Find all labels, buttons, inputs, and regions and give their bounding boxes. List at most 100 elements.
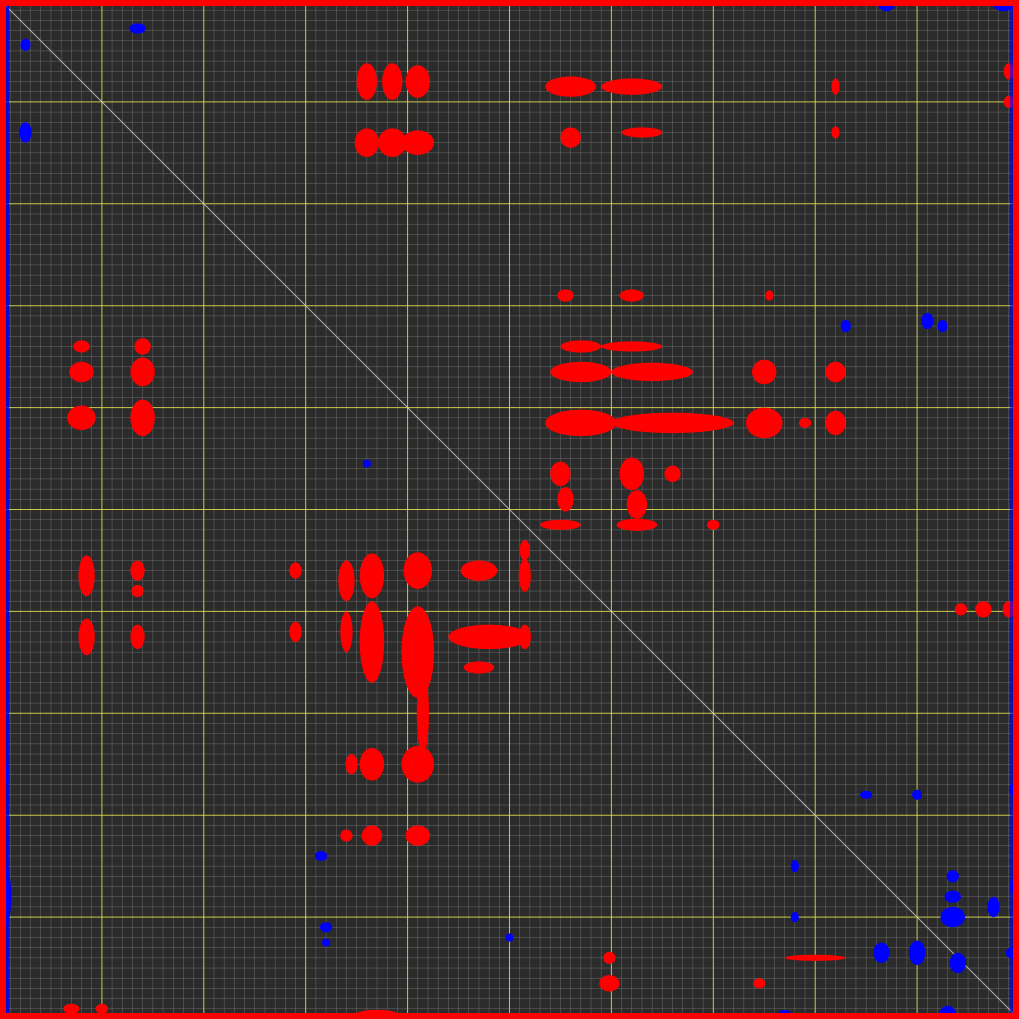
positive-signal	[616, 518, 658, 531]
positive-signal	[603, 951, 616, 964]
positive-signal	[825, 410, 846, 436]
positive-signal	[359, 601, 385, 683]
positive-signal	[67, 405, 96, 431]
positive-signal	[289, 621, 302, 642]
positive-signal	[361, 825, 383, 846]
positive-signal	[599, 975, 620, 992]
positive-signal	[831, 126, 840, 139]
negative-signal	[937, 319, 948, 333]
positive-signal	[405, 825, 431, 846]
negative-signal	[908, 940, 926, 965]
edge-band-left	[0, 0, 6, 1019]
positive-signal	[130, 560, 145, 581]
positive-signal	[765, 290, 774, 301]
positive-signal	[545, 76, 597, 97]
positive-signal	[340, 611, 353, 653]
positive-signal	[130, 624, 145, 650]
positive-signal	[359, 553, 385, 599]
positive-signal	[405, 65, 431, 98]
positive-signal	[463, 661, 495, 674]
negative-signal	[505, 933, 514, 942]
negative-signal	[987, 896, 1000, 918]
heatmap-chart	[0, 0, 1019, 1019]
negative-signal	[19, 122, 32, 143]
edge-band-top	[0, 0, 1019, 6]
positive-signal	[403, 552, 433, 589]
positive-signal	[134, 338, 151, 355]
positive-signal	[78, 618, 95, 656]
positive-signal	[550, 361, 612, 383]
heatmap-svg	[0, 0, 1019, 1019]
positive-signal	[95, 1003, 109, 1014]
positive-signal	[752, 359, 777, 385]
positive-signal	[975, 601, 992, 618]
positive-signal	[130, 357, 155, 387]
negative-signal	[790, 912, 799, 923]
edge-band-right-neg	[1010, 6, 1013, 1013]
positive-signal	[611, 412, 734, 434]
positive-signal	[460, 560, 498, 581]
negative-signal	[873, 942, 890, 963]
positive-signal	[601, 341, 663, 352]
edge-band-bottom	[0, 1013, 1019, 1019]
positive-signal	[619, 457, 645, 491]
negative-signal	[946, 870, 959, 883]
negative-signal	[912, 789, 923, 800]
positive-signal	[338, 560, 355, 602]
negative-signal	[129, 23, 146, 34]
negative-signal	[921, 312, 934, 330]
negative-signal	[840, 319, 851, 333]
positive-signal	[621, 127, 663, 138]
positive-signal	[354, 128, 380, 157]
negative-signal	[314, 850, 328, 862]
positive-signal	[356, 63, 378, 100]
positive-signal	[707, 519, 720, 530]
positive-signal	[784, 954, 846, 961]
positive-signal	[619, 289, 645, 302]
positive-signal	[954, 603, 968, 616]
positive-signal	[745, 407, 783, 439]
positive-signal	[611, 362, 693, 382]
positive-signal	[557, 289, 574, 302]
negative-signal	[944, 890, 961, 903]
positive-signal	[545, 409, 617, 437]
positive-signal	[78, 555, 95, 597]
negative-signal	[860, 790, 873, 799]
positive-signal	[340, 829, 353, 842]
positive-signal	[560, 340, 602, 353]
positive-signal	[664, 465, 681, 482]
positive-signal	[753, 978, 766, 989]
positive-signal	[131, 584, 144, 598]
positive-signal	[518, 624, 531, 650]
positive-signal	[448, 624, 530, 650]
positive-signal	[73, 340, 90, 353]
positive-signal	[601, 78, 663, 95]
positive-signal	[557, 487, 574, 512]
positive-signal	[401, 606, 435, 699]
positive-signal	[518, 559, 531, 593]
positive-signal	[69, 361, 94, 383]
positive-signal	[540, 519, 581, 530]
positive-signal	[401, 745, 435, 783]
positive-signal	[130, 399, 155, 437]
positive-signal	[359, 747, 385, 781]
positive-signal	[63, 1003, 80, 1014]
positive-signal	[825, 361, 846, 383]
positive-signal	[626, 490, 648, 519]
negative-signal	[319, 922, 333, 933]
negative-signal	[790, 860, 799, 873]
positive-signal	[382, 63, 403, 100]
negative-signal	[322, 938, 331, 947]
positive-signal	[798, 417, 812, 428]
negative-signal	[362, 459, 371, 468]
edge-band-right	[1013, 0, 1019, 1019]
negative-signal	[20, 38, 31, 51]
negative-signal	[949, 952, 967, 974]
positive-signal	[401, 130, 435, 155]
edge-band-left-neg	[6, 6, 9, 1013]
negative-signal	[940, 906, 965, 928]
positive-signal	[416, 672, 429, 755]
positive-signal	[831, 78, 840, 95]
positive-signal	[560, 127, 581, 148]
positive-signal	[519, 540, 530, 561]
